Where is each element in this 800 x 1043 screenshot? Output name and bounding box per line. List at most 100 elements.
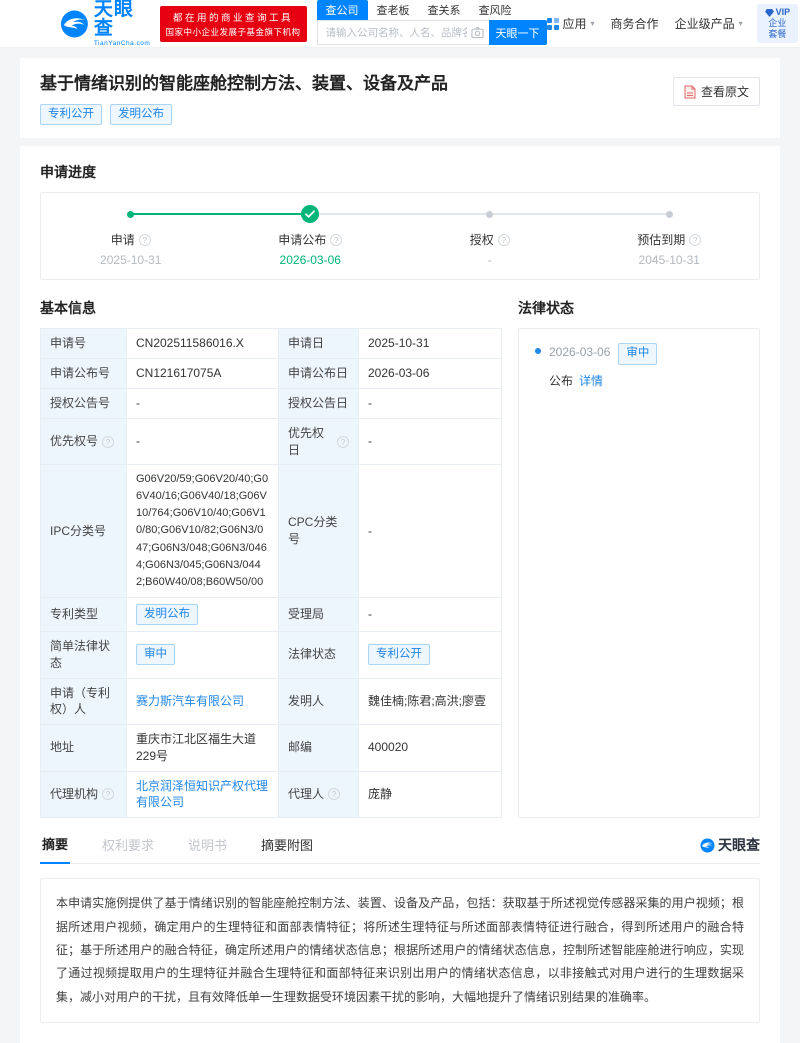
field-label-inner: 优先权号 <box>50 433 98 450</box>
vip-line2: 企业套餐 <box>765 18 791 40</box>
table-row: 申请号 CN202511586016.X 申请日 2025-10-31 <box>41 329 502 359</box>
field-label-text: 优先权日? <box>288 425 349 459</box>
field-label-text: 申请（专利权）人 <box>50 685 117 719</box>
field-label-inner: 申请（专利权）人 <box>50 685 117 719</box>
field-value: 400020 <box>359 725 502 772</box>
field-label: 优先权号? <box>41 418 127 465</box>
search-tab[interactable]: 查公司 <box>317 0 368 20</box>
timeline-step: 申请? 2025-10-31 <box>41 205 221 267</box>
status-badge: 审中 <box>136 644 175 665</box>
table-row: 申请（专利权）人赛力斯汽车有限公司发明人魏佳楠;陈君;高洪;廖壹 <box>41 678 502 725</box>
info-icon[interactable]: ? <box>498 234 510 246</box>
info-icon[interactable]: ? <box>337 436 349 448</box>
info-icon[interactable]: ? <box>102 788 114 800</box>
field-label-text: 邮编 <box>288 739 349 756</box>
search-input[interactable] <box>317 20 489 45</box>
vip-line1: VIP <box>776 7 791 18</box>
search-button[interactable]: 天眼一下 <box>489 20 547 45</box>
timeline-step-label: 申请公布? <box>278 231 342 248</box>
field-label: 申请公布日 <box>279 359 359 389</box>
nav-item[interactable]: 企业级产品▾ <box>675 15 743 32</box>
field-value: - <box>127 418 279 465</box>
field-label-text: 授权公告号 <box>50 395 117 412</box>
search-tab[interactable]: 查风险 <box>470 0 521 20</box>
section-title-legal-status: 法律状态 <box>518 298 760 318</box>
timeline-step-date: 2025-10-31 <box>100 253 161 267</box>
check-circle-icon <box>301 205 319 223</box>
field-label: 授权公告号 <box>41 388 127 418</box>
legal-status-box: 2026-03-06审中公布详情 <box>518 328 760 818</box>
tab-active[interactable]: 摘要 <box>40 834 70 864</box>
timeline-step: 授权?- <box>400 205 580 267</box>
tab-muted[interactable]: 说明书 <box>186 835 229 863</box>
legal-status-action: 公布 <box>549 374 573 388</box>
field-label-inner: 发明人 <box>288 693 324 710</box>
search-tab[interactable]: 查关系 <box>419 0 470 20</box>
entity-link[interactable]: 赛力斯汽车有限公司 <box>136 694 244 708</box>
field-label-inner: 优先权日 <box>288 425 333 459</box>
field-label-text: 受理局 <box>288 606 349 623</box>
field-label: 申请号 <box>41 329 127 359</box>
document-tabs: 摘要 权利要求 说明书 摘要附图 天眼查 <box>40 834 760 864</box>
field-label-inner: 申请公布号 <box>50 365 110 382</box>
field-label-inner: 授权公告日 <box>288 395 348 412</box>
field-value: G06V20/59;G06V20/40;G06V40/16;G06V40/18;… <box>127 465 279 597</box>
vip-badge[interactable]: VIP 企业套餐 <box>757 4 799 42</box>
timeline-step-date: - <box>488 253 492 267</box>
field-label-inner: 申请公布日 <box>288 365 348 382</box>
timeline-step-label-text: 预估到期 <box>637 231 685 248</box>
status-badge: 专利公开 <box>368 644 430 665</box>
field-value: CN202511586016.X <box>127 329 279 359</box>
field-label-text: 授权公告日 <box>288 395 349 412</box>
field-label-text: 优先权号? <box>50 433 117 450</box>
field-value: 专利公开 <box>359 631 502 678</box>
tianyancha-logo[interactable]: 天眼查 TianYanCha.com <box>60 0 152 47</box>
timeline-dot <box>127 211 134 218</box>
info-icon[interactable]: ? <box>330 234 342 246</box>
tianyancha-watermark-icon <box>700 838 715 853</box>
field-label-text: IPC分类号 <box>50 523 117 540</box>
patent-tags: 专利公开发明公布 <box>40 104 448 125</box>
tab-normal[interactable]: 摘要附图 <box>259 835 315 863</box>
timeline-step-label-text: 申请 <box>111 231 135 248</box>
timeline-step-date: 2045-10-31 <box>639 253 700 267</box>
brand-name: 天眼查 <box>94 0 152 38</box>
timeline-dot-pending <box>666 205 673 223</box>
legal-status-dot <box>535 348 541 354</box>
field-label-text: 申请公布号 <box>50 365 117 382</box>
patent-tag: 发明公布 <box>110 104 172 125</box>
field-label-text: 地址 <box>50 739 117 756</box>
field-label-text: 申请号 <box>50 335 117 352</box>
timeline-dot-pending <box>486 205 493 223</box>
field-value: CN121617075A <box>127 359 279 389</box>
field-label-text: 申请公布日 <box>288 365 349 382</box>
view-original-button[interactable]: 查看原文 <box>673 77 760 106</box>
field-label-text: 专利类型 <box>50 606 117 623</box>
nav-item[interactable]: 商务合作 <box>611 15 659 32</box>
field-label-text: 法律状态 <box>288 646 349 663</box>
info-icon[interactable]: ? <box>328 788 340 800</box>
field-label: 代理人? <box>279 771 359 818</box>
search-tab[interactable]: 查老板 <box>368 0 419 20</box>
timeline-dot <box>666 211 673 218</box>
field-label: 专利类型 <box>41 597 127 631</box>
timeline-step-label: 预估到期? <box>637 231 701 248</box>
entity-link[interactable]: 北京润泽恒知识产权代理有限公司 <box>136 779 268 810</box>
legal-status-detail-link[interactable]: 详情 <box>579 374 603 388</box>
nav-item[interactable]: 应用▾ <box>547 15 595 32</box>
field-value: - <box>127 388 279 418</box>
timeline-dot-current <box>301 205 319 223</box>
camera-icon[interactable] <box>471 26 484 39</box>
info-icon[interactable]: ? <box>102 436 114 448</box>
field-label-inner: 受理局 <box>288 606 324 623</box>
field-value: 2025-10-31 <box>359 329 502 359</box>
tab-muted[interactable]: 权利要求 <box>100 835 156 863</box>
legal-status-tag: 审中 <box>618 343 657 364</box>
tianyancha-watermark: 天眼查 <box>700 835 760 863</box>
info-icon[interactable]: ? <box>139 234 151 246</box>
field-label-inner: 地址 <box>50 739 74 756</box>
field-label-inner: 申请日 <box>288 335 324 352</box>
field-label: IPC分类号 <box>41 465 127 597</box>
info-icon[interactable]: ? <box>689 234 701 246</box>
legal-status-item: 2026-03-06审中公布详情 <box>535 343 743 388</box>
